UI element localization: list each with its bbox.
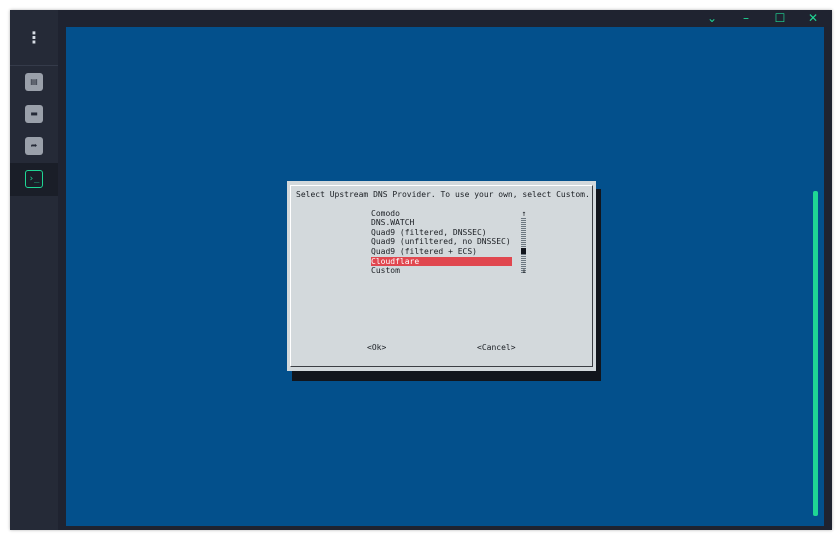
folder-icon: ▬ (30, 109, 38, 118)
scroll-up-icon[interactable]: ↑ (520, 209, 528, 218)
share-arrow-icon: ➦ (30, 141, 38, 150)
kebab-menu-icon[interactable]: ⋮ (24, 28, 44, 48)
minimize-icon[interactable]: – (733, 10, 759, 27)
list-item[interactable]: Quad9 (filtered + ECS) (371, 247, 512, 256)
list-item[interactable]: Quad9 (unfiltered, no DNSSEC) (371, 237, 512, 246)
sidebar-item-forward[interactable]: ➦ (25, 137, 43, 155)
cancel-button[interactable]: <Cancel> (477, 343, 516, 353)
chevron-down-icon[interactable]: ⌄ (699, 10, 725, 27)
list-item[interactable]: Quad9 (filtered, DNSSEC) (371, 228, 512, 237)
list-scrollbar-thumb[interactable] (521, 248, 526, 254)
terminal-icon[interactable]: ›_ (25, 170, 43, 188)
sidebar-item-files[interactable]: ▬ (25, 105, 43, 123)
maximize-icon[interactable]: ☐ (767, 10, 793, 27)
sidebar-item-data[interactable]: ▤ (25, 73, 43, 91)
data-icon: ▤ (30, 77, 38, 86)
list-item[interactable]: Custom (371, 266, 512, 275)
dialog-title: Select Upstream DNS Provider. To use you… (296, 190, 590, 199)
scroll-down-icon[interactable]: ↓ (520, 266, 528, 275)
ok-button[interactable]: <Ok> (367, 343, 386, 353)
list-item-selected[interactable]: Cloudflare (371, 257, 512, 266)
terminal-scrollbar[interactable] (813, 191, 818, 516)
list-item[interactable]: Comodo (371, 209, 512, 218)
list-item[interactable]: DNS.WATCH (371, 218, 512, 227)
close-icon[interactable]: ✕ (800, 10, 826, 27)
sidebar: ⋮ ▤ ▬ ➦ ›_ (10, 10, 58, 530)
sidebar-divider (10, 65, 58, 66)
